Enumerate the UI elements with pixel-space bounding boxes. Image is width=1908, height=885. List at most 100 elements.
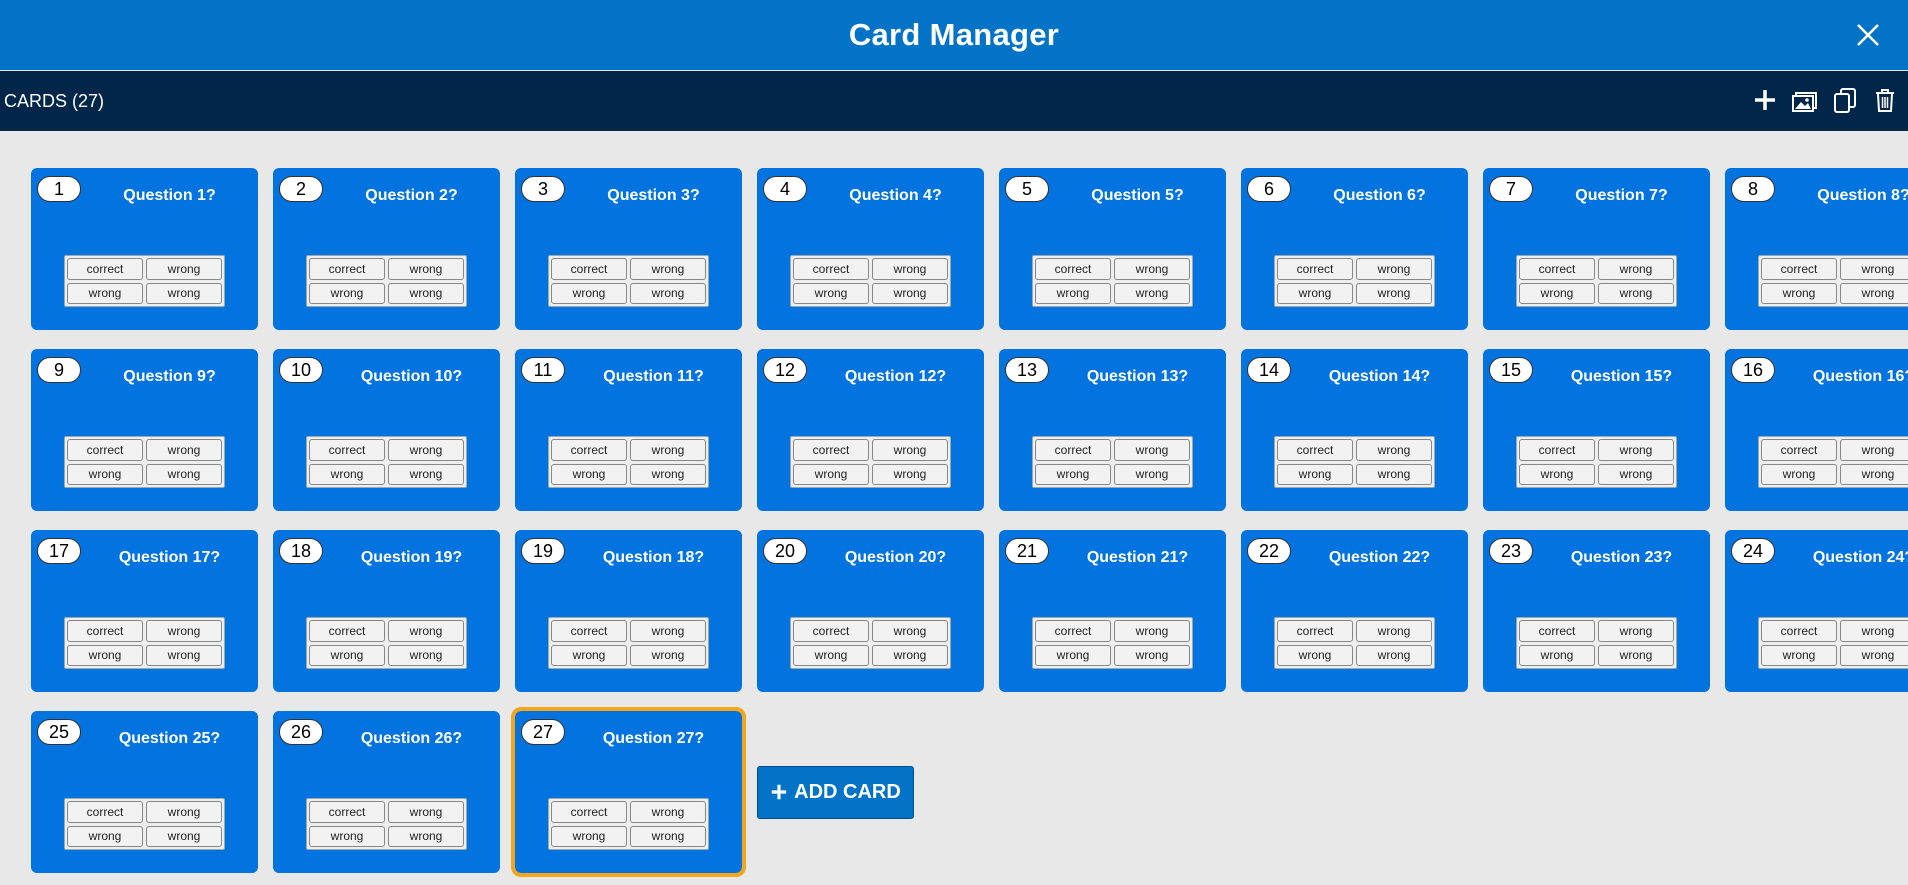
answer-wrong[interactable]: wrong [146, 644, 222, 666]
answer-wrong[interactable]: wrong [1761, 644, 1837, 666]
answer-correct[interactable]: correct [1277, 258, 1353, 280]
answer-correct[interactable]: correct [793, 620, 869, 642]
answer-wrong[interactable]: wrong [1277, 282, 1353, 304]
answer-correct[interactable]: correct [551, 258, 627, 280]
answer-wrong[interactable]: wrong [1840, 463, 1908, 485]
card[interactable]: 25 Question 25? correct wrong wrong wrong [31, 711, 258, 873]
answer-wrong[interactable]: wrong [1840, 439, 1908, 461]
answer-wrong[interactable]: wrong [388, 439, 464, 461]
copy-icon[interactable] [1830, 85, 1860, 115]
answer-correct[interactable]: correct [1035, 258, 1111, 280]
answer-wrong[interactable]: wrong [1761, 463, 1837, 485]
answer-correct[interactable]: correct [551, 620, 627, 642]
answer-wrong[interactable]: wrong [1114, 620, 1190, 642]
answer-correct[interactable]: correct [793, 258, 869, 280]
answer-wrong[interactable]: wrong [146, 620, 222, 642]
answer-wrong[interactable]: wrong [309, 644, 385, 666]
answer-correct[interactable]: correct [793, 439, 869, 461]
answer-wrong[interactable]: wrong [630, 282, 706, 304]
answer-wrong[interactable]: wrong [1114, 282, 1190, 304]
answer-wrong[interactable]: wrong [388, 825, 464, 847]
answer-correct[interactable]: correct [1277, 620, 1353, 642]
answer-wrong[interactable]: wrong [1840, 282, 1908, 304]
answer-correct[interactable]: correct [1761, 439, 1837, 461]
card[interactable]: 9 Question 9? correct wrong wrong wrong [31, 349, 258, 511]
answer-wrong[interactable]: wrong [1114, 439, 1190, 461]
card[interactable]: 10 Question 10? correct wrong wrong wrong [273, 349, 500, 511]
add-card-button[interactable]: ADD CARD [757, 765, 914, 819]
card[interactable]: 19 Question 18? correct wrong wrong wrong [515, 530, 742, 692]
answer-wrong[interactable]: wrong [1598, 620, 1674, 642]
answer-wrong[interactable]: wrong [1519, 282, 1595, 304]
answer-wrong[interactable]: wrong [1277, 463, 1353, 485]
answer-wrong[interactable]: wrong [309, 463, 385, 485]
answer-wrong[interactable]: wrong [1356, 620, 1432, 642]
answer-wrong[interactable]: wrong [1356, 644, 1432, 666]
answer-wrong[interactable]: wrong [388, 801, 464, 823]
answer-wrong[interactable]: wrong [551, 644, 627, 666]
answer-wrong[interactable]: wrong [146, 439, 222, 461]
answer-correct[interactable]: correct [309, 258, 385, 280]
answer-wrong[interactable]: wrong [630, 801, 706, 823]
answer-wrong[interactable]: wrong [630, 258, 706, 280]
answer-wrong[interactable]: wrong [1840, 620, 1908, 642]
card[interactable]: 15 Question 15? correct wrong wrong wrong [1483, 349, 1710, 511]
answer-wrong[interactable]: wrong [630, 825, 706, 847]
answer-correct[interactable]: correct [309, 620, 385, 642]
answer-wrong[interactable]: wrong [1519, 644, 1595, 666]
answer-correct[interactable]: correct [1519, 620, 1595, 642]
answer-correct[interactable]: correct [1519, 258, 1595, 280]
answer-wrong[interactable]: wrong [551, 282, 627, 304]
answer-wrong[interactable]: wrong [1761, 282, 1837, 304]
answer-correct[interactable]: correct [67, 801, 143, 823]
card[interactable]: 18 Question 19? correct wrong wrong wrong [273, 530, 500, 692]
card[interactable]: 2 Question 2? correct wrong wrong wrong [273, 168, 500, 330]
answer-wrong[interactable]: wrong [309, 282, 385, 304]
answer-wrong[interactable]: wrong [1356, 439, 1432, 461]
answer-correct[interactable]: correct [551, 801, 627, 823]
answer-wrong[interactable]: wrong [146, 282, 222, 304]
answer-wrong[interactable]: wrong [1277, 644, 1353, 666]
answer-correct[interactable]: correct [67, 258, 143, 280]
close-icon[interactable] [1850, 17, 1886, 53]
answer-wrong[interactable]: wrong [1356, 282, 1432, 304]
answer-wrong[interactable]: wrong [872, 644, 948, 666]
answer-wrong[interactable]: wrong [630, 620, 706, 642]
answer-wrong[interactable]: wrong [872, 439, 948, 461]
answer-wrong[interactable]: wrong [1598, 463, 1674, 485]
card[interactable]: 5 Question 5? correct wrong wrong wrong [999, 168, 1226, 330]
answer-wrong[interactable]: wrong [388, 258, 464, 280]
answer-correct[interactable]: correct [1761, 620, 1837, 642]
answer-wrong[interactable]: wrong [309, 825, 385, 847]
answer-wrong[interactable]: wrong [551, 825, 627, 847]
card[interactable]: 1 Question 1? correct wrong wrong wrong [31, 168, 258, 330]
answer-wrong[interactable]: wrong [1598, 644, 1674, 666]
card[interactable]: 27 Question 27? correct wrong wrong wrong [511, 707, 746, 877]
card[interactable]: 23 Question 23? correct wrong wrong wrong [1483, 530, 1710, 692]
card[interactable]: 4 Question 4? correct wrong wrong wrong [757, 168, 984, 330]
card[interactable]: 8 Question 8? correct wrong wrong wrong [1725, 168, 1908, 330]
card[interactable]: 3 Question 3? correct wrong wrong wrong [515, 168, 742, 330]
image-icon[interactable] [1790, 85, 1820, 115]
answer-correct[interactable]: correct [1761, 258, 1837, 280]
card[interactable]: 12 Question 12? correct wrong wrong wrong [757, 349, 984, 511]
answer-wrong[interactable]: wrong [1035, 463, 1111, 485]
card[interactable]: 13 Question 13? correct wrong wrong wrong [999, 349, 1226, 511]
answer-wrong[interactable]: wrong [793, 282, 869, 304]
answer-wrong[interactable]: wrong [67, 463, 143, 485]
answer-wrong[interactable]: wrong [1035, 282, 1111, 304]
answer-wrong[interactable]: wrong [388, 282, 464, 304]
answer-wrong[interactable]: wrong [388, 644, 464, 666]
answer-wrong[interactable]: wrong [67, 282, 143, 304]
answer-wrong[interactable]: wrong [1598, 258, 1674, 280]
answer-wrong[interactable]: wrong [1114, 463, 1190, 485]
answer-wrong[interactable]: wrong [872, 620, 948, 642]
answer-correct[interactable]: correct [1035, 439, 1111, 461]
card[interactable]: 20 Question 20? correct wrong wrong wrong [757, 530, 984, 692]
card[interactable]: 21 Question 21? correct wrong wrong wrong [999, 530, 1226, 692]
card[interactable]: 7 Question 7? correct wrong wrong wrong [1483, 168, 1710, 330]
answer-correct[interactable]: correct [309, 801, 385, 823]
answer-wrong[interactable]: wrong [1114, 644, 1190, 666]
answer-wrong[interactable]: wrong [388, 620, 464, 642]
card[interactable]: 16 Question 16? correct wrong wrong wrong [1725, 349, 1908, 511]
